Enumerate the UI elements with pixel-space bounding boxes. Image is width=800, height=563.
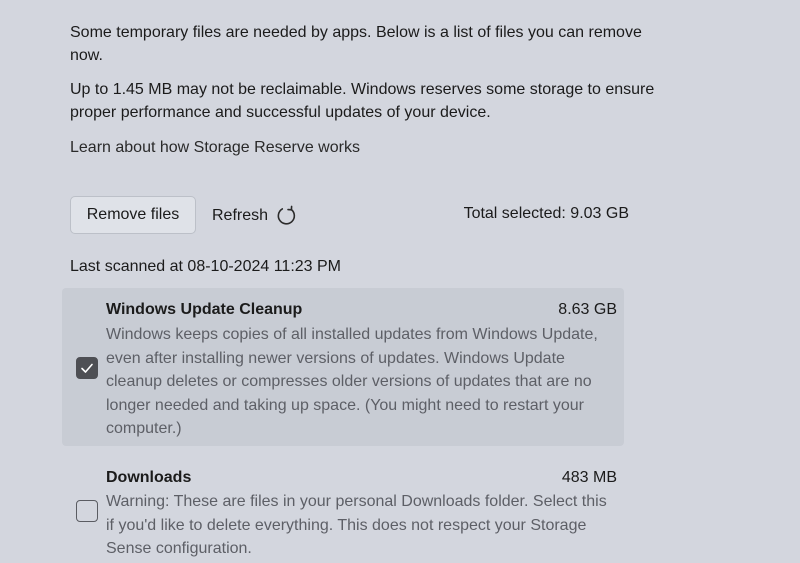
refresh-label: Refresh xyxy=(212,207,269,224)
cleanup-item-windows-update[interactable]: Windows Update Cleanup 8.63 GB Windows k… xyxy=(62,288,624,446)
last-scanned-text: Last scanned at 08-10-2024 11:23 PM xyxy=(70,258,341,275)
storage-reserve-link[interactable]: Learn about how Storage Reserve works xyxy=(70,137,360,159)
cleanup-item-downloads[interactable]: Downloads 483 MB Warning: These are file… xyxy=(62,462,624,563)
item-description: Windows keeps copies of all installed up… xyxy=(106,326,598,437)
windows-update-checkbox[interactable] xyxy=(76,357,98,379)
item-size: 8.63 GB xyxy=(558,301,617,318)
item-title: Downloads xyxy=(106,469,192,486)
intro-text: Some temporary files are needed by apps.… xyxy=(70,21,670,124)
total-selected: Total selected: 9.03 GB xyxy=(463,205,629,222)
downloads-checkbox[interactable] xyxy=(76,500,98,522)
refresh-button[interactable]: Refresh xyxy=(212,204,298,228)
refresh-icon xyxy=(274,204,298,228)
remove-files-button[interactable]: Remove files xyxy=(70,196,196,234)
intro-paragraph-reserve: Up to 1.45 MB may not be reclaimable. Wi… xyxy=(70,81,655,121)
intro-paragraph-temporary-files: Some temporary files are needed by apps.… xyxy=(70,24,642,64)
item-description: Warning: These are files in your persona… xyxy=(106,493,607,557)
item-size: 483 MB xyxy=(561,469,617,486)
checkmark-icon xyxy=(81,363,93,373)
item-title: Windows Update Cleanup xyxy=(106,301,303,318)
